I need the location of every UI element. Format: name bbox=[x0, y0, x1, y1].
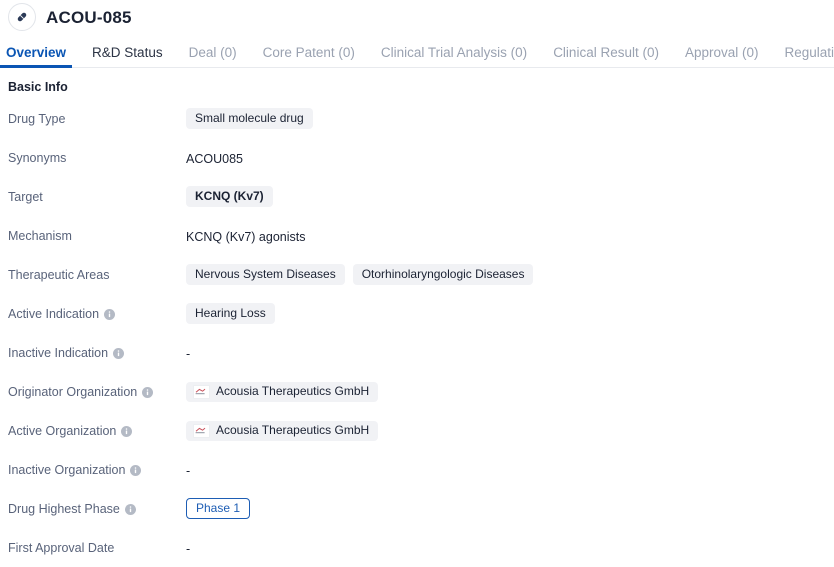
section-title-basic-info: Basic Info bbox=[8, 80, 68, 94]
info-circle-icon[interactable] bbox=[124, 503, 136, 515]
info-value: KCNQ (Kv7) bbox=[186, 186, 834, 207]
info-label: Inactive Organization bbox=[8, 459, 186, 477]
info-value: ACOU085 bbox=[186, 147, 834, 168]
info-row-drug-type: Drug Type Small molecule drug bbox=[8, 108, 834, 132]
active-organization-tag[interactable]: Acousia Therapeutics GmbH bbox=[186, 420, 379, 441]
info-circle-icon[interactable] bbox=[142, 386, 154, 398]
synonyms-value: ACOU085 bbox=[186, 152, 243, 166]
info-row-active-indication: Active Indication Hearing Loss bbox=[8, 303, 834, 327]
info-label: Synonyms bbox=[8, 147, 186, 165]
info-row-therapeutic-areas: Therapeutic Areas Nervous System Disease… bbox=[8, 264, 834, 288]
tab-bar: Overview R&D Status Deal (0) Core Patent… bbox=[0, 34, 834, 68]
info-row-target: Target KCNQ (Kv7) bbox=[8, 186, 834, 210]
tab-regulation[interactable]: Regulation (0) bbox=[785, 45, 834, 69]
therapeutic-area-tag[interactable]: Otorhinolaryngologic Diseases bbox=[352, 264, 534, 285]
info-label: Therapeutic Areas bbox=[8, 264, 186, 282]
organization-logo-icon bbox=[193, 384, 210, 399]
info-value: Acousia Therapeutics GmbH bbox=[186, 381, 834, 402]
pill-capsule-icon bbox=[15, 10, 29, 24]
info-label-text: Originator Organization bbox=[8, 385, 138, 399]
info-label: Drug Highest Phase bbox=[8, 498, 186, 516]
organization-logo-icon bbox=[193, 423, 210, 438]
info-value: Acousia Therapeutics GmbH bbox=[186, 420, 834, 441]
info-value: Phase 1 bbox=[186, 498, 834, 519]
tab-deal[interactable]: Deal (0) bbox=[189, 45, 237, 69]
tab-core-patent[interactable]: Core Patent (0) bbox=[263, 45, 355, 69]
info-value: - bbox=[186, 537, 834, 558]
drug-type-tag[interactable]: Small molecule drug bbox=[186, 108, 313, 129]
tab-overview[interactable]: Overview bbox=[0, 45, 73, 69]
info-label: Drug Type bbox=[8, 108, 186, 126]
info-label-text: Drug Highest Phase bbox=[8, 502, 120, 516]
info-label: Target bbox=[8, 186, 186, 204]
organization-name: Acousia Therapeutics GmbH bbox=[216, 384, 370, 398]
info-label: Active Organization bbox=[8, 420, 186, 438]
info-circle-icon[interactable] bbox=[130, 464, 142, 476]
info-row-originator-organization: Originator Organization Acousia Therapeu… bbox=[8, 381, 834, 405]
organization-name: Acousia Therapeutics GmbH bbox=[216, 423, 370, 437]
info-label-text: Inactive Organization bbox=[8, 463, 126, 477]
tab-clinical-trial-analysis[interactable]: Clinical Trial Analysis (0) bbox=[381, 45, 527, 69]
tab-clinical-result[interactable]: Clinical Result (0) bbox=[553, 45, 659, 69]
info-row-drug-highest-phase: Drug Highest Phase Phase 1 bbox=[8, 498, 834, 522]
info-row-first-approval-date: First Approval Date - bbox=[8, 537, 834, 561]
info-row-inactive-organization: Inactive Organization - bbox=[8, 459, 834, 483]
info-label: Inactive Indication bbox=[8, 342, 186, 360]
mechanism-value: KCNQ (Kv7) agonists bbox=[186, 230, 306, 244]
page-header: ACOU-085 bbox=[0, 0, 834, 34]
info-label: Mechanism bbox=[8, 225, 186, 243]
info-label-text: Inactive Indication bbox=[8, 346, 109, 360]
info-value: - bbox=[186, 459, 834, 480]
info-label-text: Active Indication bbox=[8, 307, 100, 321]
info-row-synonyms: Synonyms ACOU085 bbox=[8, 147, 834, 171]
info-label-text: Synonyms bbox=[8, 151, 67, 165]
info-row-active-organization: Active Organization Acousia Therapeutics… bbox=[8, 420, 834, 444]
empty-value: - bbox=[186, 542, 191, 556]
info-label-text: Therapeutic Areas bbox=[8, 268, 110, 282]
info-row-mechanism: Mechanism KCNQ (Kv7) agonists bbox=[8, 225, 834, 249]
info-label-text: Drug Type bbox=[8, 112, 66, 126]
originator-organization-tag[interactable]: Acousia Therapeutics GmbH bbox=[186, 381, 379, 402]
info-circle-icon[interactable] bbox=[104, 308, 116, 320]
drug-avatar bbox=[8, 3, 36, 31]
info-label: Active Indication bbox=[8, 303, 186, 321]
info-label: First Approval Date bbox=[8, 537, 186, 555]
info-label-text: First Approval Date bbox=[8, 541, 115, 555]
info-circle-icon[interactable] bbox=[113, 347, 125, 359]
info-circle-icon[interactable] bbox=[121, 425, 133, 437]
info-label-text: Target bbox=[8, 190, 43, 204]
page-title: ACOU-085 bbox=[46, 8, 132, 27]
tab-rd-status[interactable]: R&D Status bbox=[92, 45, 163, 69]
info-value: - bbox=[186, 342, 834, 363]
info-value: Hearing Loss bbox=[186, 303, 834, 324]
therapeutic-area-tag[interactable]: Nervous System Diseases bbox=[186, 264, 345, 285]
active-indication-tag[interactable]: Hearing Loss bbox=[186, 303, 275, 324]
drug-highest-phase-badge[interactable]: Phase 1 bbox=[186, 498, 251, 519]
empty-value: - bbox=[186, 464, 191, 478]
info-label: Originator Organization bbox=[8, 381, 186, 399]
info-label-text: Mechanism bbox=[8, 229, 72, 243]
info-label-text: Active Organization bbox=[8, 424, 117, 438]
info-value: Nervous System Diseases Otorhinolaryngol… bbox=[186, 264, 834, 285]
info-row-inactive-indication: Inactive Indication - bbox=[8, 342, 834, 366]
tab-approval[interactable]: Approval (0) bbox=[685, 45, 759, 69]
info-value: KCNQ (Kv7) agonists bbox=[186, 225, 834, 246]
empty-value: - bbox=[186, 347, 191, 361]
info-value: Small molecule drug bbox=[186, 108, 834, 129]
target-tag[interactable]: KCNQ (Kv7) bbox=[186, 186, 273, 207]
overview-panel: Basic Info Drug Type Small molecule drug… bbox=[0, 68, 834, 561]
